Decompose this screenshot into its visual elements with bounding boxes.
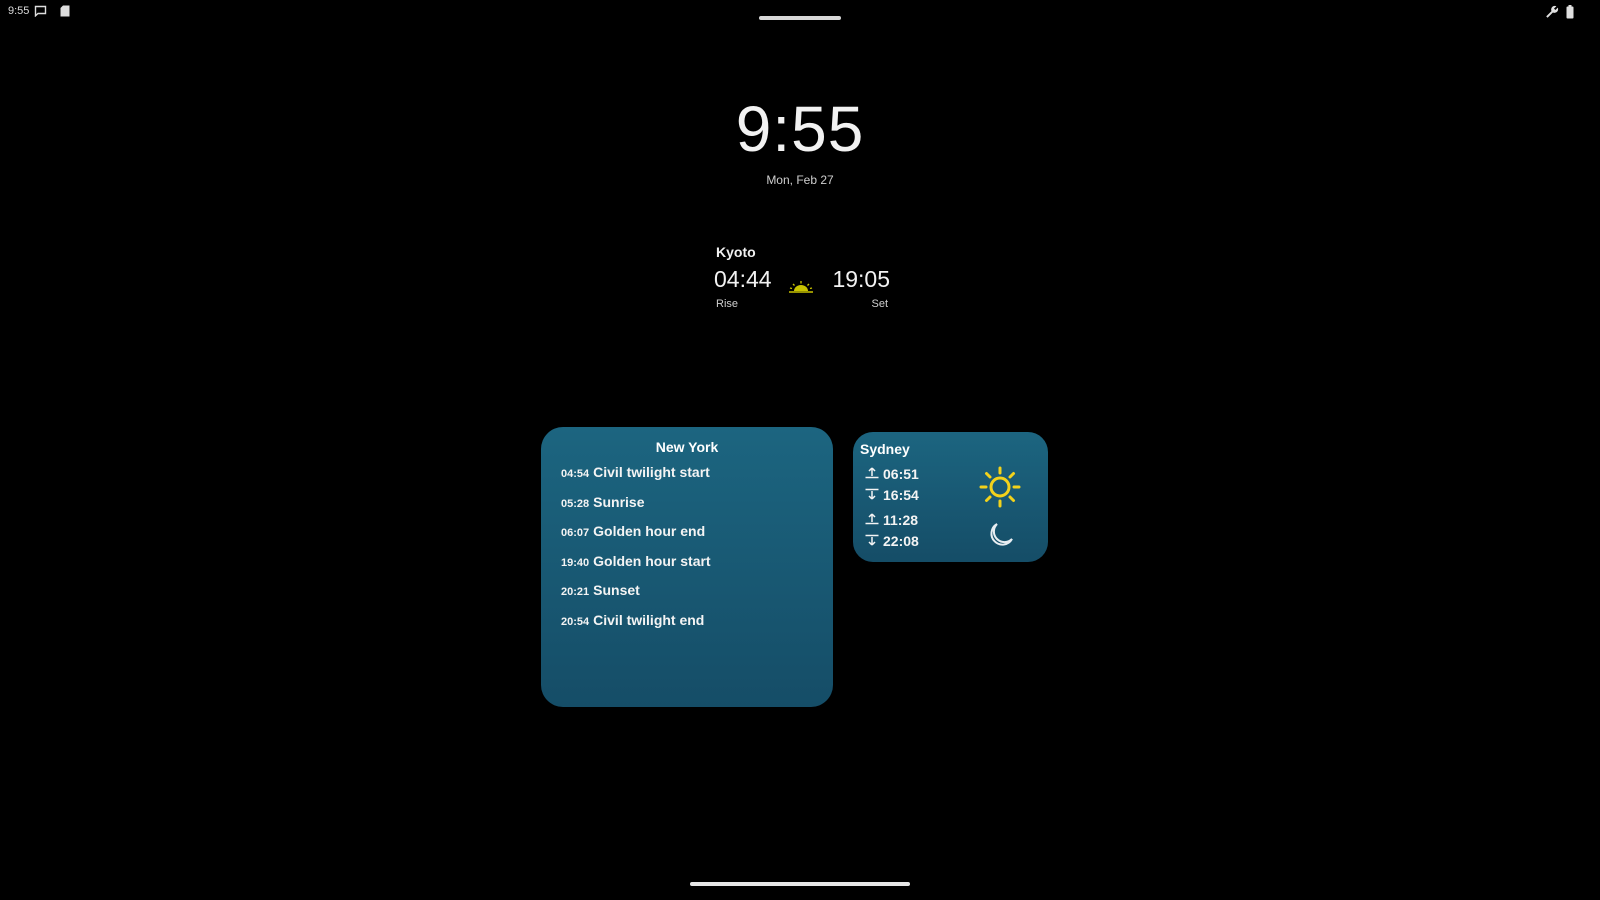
notification-shade-handle[interactable] xyxy=(759,16,841,20)
wrench-icon xyxy=(1545,5,1559,19)
list-item: 04:54 Civil twilight start xyxy=(561,464,711,494)
event-label: Sunrise xyxy=(593,493,645,510)
event-time: 20:21 xyxy=(561,586,590,598)
event-label: Civil twilight start xyxy=(593,464,710,480)
event-label: Golden hour end xyxy=(593,523,706,539)
list-item: 05:28 Sunrise xyxy=(561,494,711,524)
status-time: 9:55 xyxy=(8,5,30,17)
moon-set-time: 22:08 xyxy=(883,533,919,549)
sydney-city-label: Sydney xyxy=(860,441,910,457)
event-time: 05:28 xyxy=(561,497,590,510)
list-item: 19:40 Golden hour start xyxy=(561,553,711,583)
list-item: 20:54 Civil twilight end xyxy=(561,612,711,642)
lock-screen-date: Mon, Feb 27 xyxy=(766,173,834,187)
moon-icon xyxy=(985,520,1015,555)
lock-screen: 9:55 9:55 Mon, Feb 27 Kyoto 04:44 Rise 1… xyxy=(0,0,1600,900)
sun-set-time: 16:54 xyxy=(883,487,919,503)
lock-screen-clock: 9:55 xyxy=(735,93,865,165)
sydney-sun-moon-widget[interactable]: Sydney 06:51 16:54 11:28 22:08 xyxy=(853,432,1048,562)
kyoto-rise-time: 04:44 xyxy=(714,266,772,292)
event-time: 19:40 xyxy=(561,556,590,569)
status-bar-left: 9:55 xyxy=(8,5,70,17)
event-time: 04:54 xyxy=(561,468,590,480)
battery-icon xyxy=(1566,5,1574,19)
moon-rise-row: 11:28 xyxy=(865,512,918,528)
kyoto-city-label: Kyoto xyxy=(716,244,756,260)
event-label: Civil twilight end xyxy=(593,611,705,628)
set-icon xyxy=(865,533,879,549)
status-bar-right xyxy=(1545,5,1574,19)
home-gesture-bar[interactable] xyxy=(690,882,910,886)
event-label: Sunset xyxy=(593,582,640,598)
new-york-city-label: New York xyxy=(655,439,719,455)
sun-rise-row: 06:51 xyxy=(865,466,919,482)
moon-set-row: 22:08 xyxy=(865,533,919,549)
list-item: 06:07 Golden hour end xyxy=(561,523,711,553)
sd-card-icon xyxy=(60,5,70,17)
message-icon xyxy=(34,5,47,17)
kyoto-set-label: Set xyxy=(871,298,888,310)
sun-icon xyxy=(978,465,1022,514)
kyoto-sun-widget[interactable]: Kyoto 04:44 Rise 19:05 Set xyxy=(714,244,890,314)
rise-icon xyxy=(865,512,879,528)
event-time: 06:07 xyxy=(561,527,590,539)
kyoto-rise-label: Rise xyxy=(716,298,739,310)
set-icon xyxy=(865,487,879,503)
moon-rise-time: 11:28 xyxy=(883,512,919,528)
event-label: Golden hour start xyxy=(593,552,711,569)
sun-set-row: 16:54 xyxy=(865,487,919,503)
new-york-event-list: 04:54 Civil twilight start 05:28 Sunrise 0… xyxy=(561,464,711,641)
sun-horizon-icon xyxy=(788,280,814,299)
list-item: 20:21 Sunset xyxy=(561,582,711,612)
sun-rise-time: 06:51 xyxy=(883,466,919,482)
rise-icon xyxy=(865,466,879,482)
kyoto-set-time: 19:05 xyxy=(832,266,890,292)
new-york-sun-events-widget[interactable]: New York 04:54 Civil twilight start 05:28… xyxy=(541,427,833,707)
event-time: 20:54 xyxy=(561,615,590,628)
